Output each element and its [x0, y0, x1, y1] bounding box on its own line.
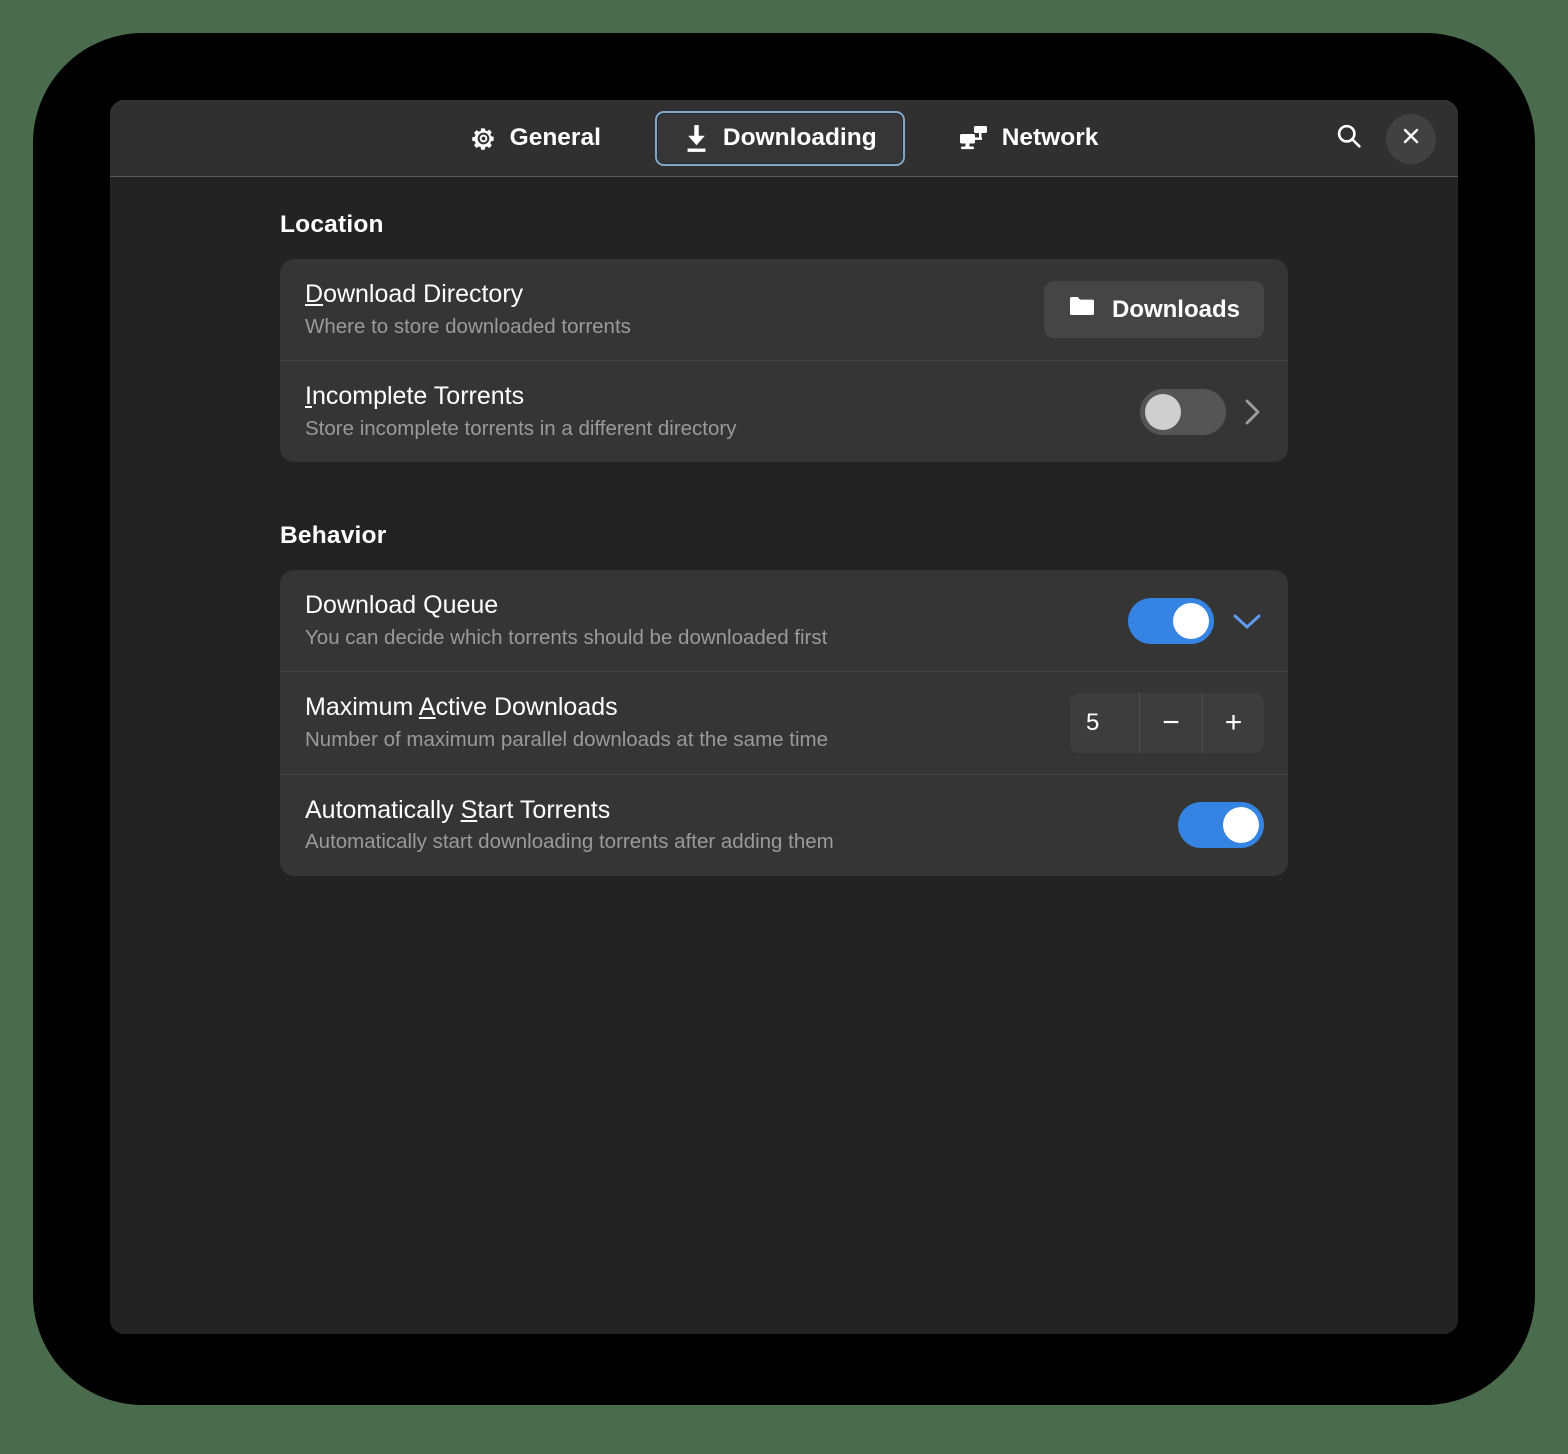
tab-network-label: Network	[1001, 124, 1099, 151]
chevron-down-icon[interactable]	[1230, 609, 1264, 633]
row-automatically-start-torrents-title: Automatically Start Torrents	[305, 795, 1160, 826]
row-download-queue-text: Download Queue You can decide which torr…	[305, 590, 1110, 651]
row-incomplete-torrents-control	[1140, 388, 1264, 435]
title-prefix: Maximum	[305, 693, 419, 722]
behavior-card: Download Queue You can decide which torr…	[280, 570, 1288, 876]
row-incomplete-torrents-title: Incomplete Torrents	[305, 381, 1122, 412]
title-prefix: Download Queue	[305, 591, 499, 620]
row-incomplete-torrents[interactable]: Incomplete Torrents Store incomplete tor…	[280, 360, 1288, 462]
network-computers-icon	[959, 125, 989, 151]
row-maximum-active-downloads-subtitle: Number of maximum parallel downloads at …	[305, 727, 828, 751]
section-title-location: Location	[280, 211, 384, 238]
chevron-right-icon[interactable]	[1242, 395, 1264, 429]
location-card: Download Directory Where to store downlo…	[280, 259, 1288, 463]
title-mnemonic: A	[418, 693, 436, 722]
row-download-queue[interactable]: Download Queue You can decide which torr…	[280, 570, 1288, 671]
row-maximum-active-downloads-control: 5 − +	[1070, 692, 1264, 753]
title-suffix: ctive Downloads	[435, 693, 618, 722]
download-arrow-icon	[683, 124, 710, 153]
switch-knob	[1145, 393, 1181, 430]
row-incomplete-torrents-subtitle: Store incomplete torrents in a different…	[305, 416, 737, 440]
row-maximum-active-downloads[interactable]: Maximum Active Downloads Number of maxim…	[280, 671, 1288, 773]
tab-general[interactable]: General	[442, 111, 629, 165]
row-maximum-active-downloads-text: Maximum Active Downloads Number of maxim…	[305, 692, 1052, 753]
automatically-start-torrents-switch[interactable]	[1178, 802, 1264, 849]
row-download-directory-title: Download Directory	[305, 279, 1026, 310]
view-switcher: General Downloading Network	[442, 110, 1127, 166]
row-download-directory[interactable]: Download Directory Where to store downlo…	[280, 259, 1288, 360]
title-mnemonic: D	[305, 280, 324, 308]
close-icon	[1399, 124, 1423, 153]
title-mnemonic: S	[460, 795, 478, 824]
title-suffix: tart Torrents	[477, 795, 611, 824]
title-suffix: ownload Directory	[323, 280, 524, 308]
tab-general-label: General	[509, 124, 601, 151]
preferences-window: General Downloading Network Location Dow…	[110, 100, 1458, 1334]
download-directory-button-label: Downloads	[1111, 295, 1240, 323]
maximum-active-downloads-spinbutton[interactable]: 5 − +	[1070, 692, 1264, 753]
row-maximum-active-downloads-title: Maximum Active Downloads	[305, 692, 1052, 723]
row-download-directory-control: Downloads	[1043, 281, 1264, 339]
row-automatically-start-torrents-text: Automatically Start Torrents Automatical…	[305, 795, 1160, 856]
search-icon	[1334, 121, 1364, 156]
increment-button[interactable]: +	[1202, 692, 1264, 753]
folder-icon	[1068, 295, 1096, 324]
tab-downloading[interactable]: Downloading	[654, 110, 905, 166]
row-automatically-start-torrents-control	[1178, 802, 1264, 849]
row-incomplete-torrents-text: Incomplete Torrents Store incomplete tor…	[305, 381, 1122, 442]
decrement-button[interactable]: −	[1140, 693, 1202, 753]
maximum-active-downloads-value[interactable]: 5	[1070, 692, 1140, 753]
tab-downloading-label: Downloading	[722, 124, 877, 151]
title-prefix: Automatically	[305, 795, 461, 824]
row-download-queue-title: Download Queue	[305, 590, 1110, 621]
switch-knob	[1223, 807, 1259, 844]
download-queue-switch[interactable]	[1128, 597, 1214, 644]
header-actions	[1326, 100, 1436, 177]
row-download-queue-subtitle: You can decide which torrents should be …	[305, 625, 828, 649]
close-button[interactable]	[1386, 113, 1436, 164]
row-automatically-start-torrents[interactable]: Automatically Start Torrents Automatical…	[280, 773, 1288, 876]
row-download-queue-control	[1128, 597, 1264, 644]
row-download-directory-subtitle: Where to store downloaded torrents	[305, 314, 631, 338]
gear-icon	[470, 125, 497, 152]
title-suffix: ncomplete Torrents	[311, 382, 525, 411]
header-bar: General Downloading Network	[110, 100, 1458, 177]
preferences-content: Location Download Directory Where to sto…	[110, 177, 1458, 1334]
title-mnemonic: I	[305, 382, 312, 411]
switch-knob	[1173, 602, 1209, 639]
incomplete-torrents-switch[interactable]	[1140, 388, 1226, 435]
download-directory-chooser-button[interactable]: Downloads	[1043, 281, 1264, 339]
row-automatically-start-torrents-subtitle: Automatically start downloading torrents…	[305, 830, 834, 854]
tab-network[interactable]: Network	[931, 111, 1127, 165]
search-button[interactable]	[1326, 116, 1372, 162]
section-title-behavior: Behavior	[280, 522, 387, 550]
row-download-directory-text: Download Directory Where to store downlo…	[305, 279, 1026, 340]
